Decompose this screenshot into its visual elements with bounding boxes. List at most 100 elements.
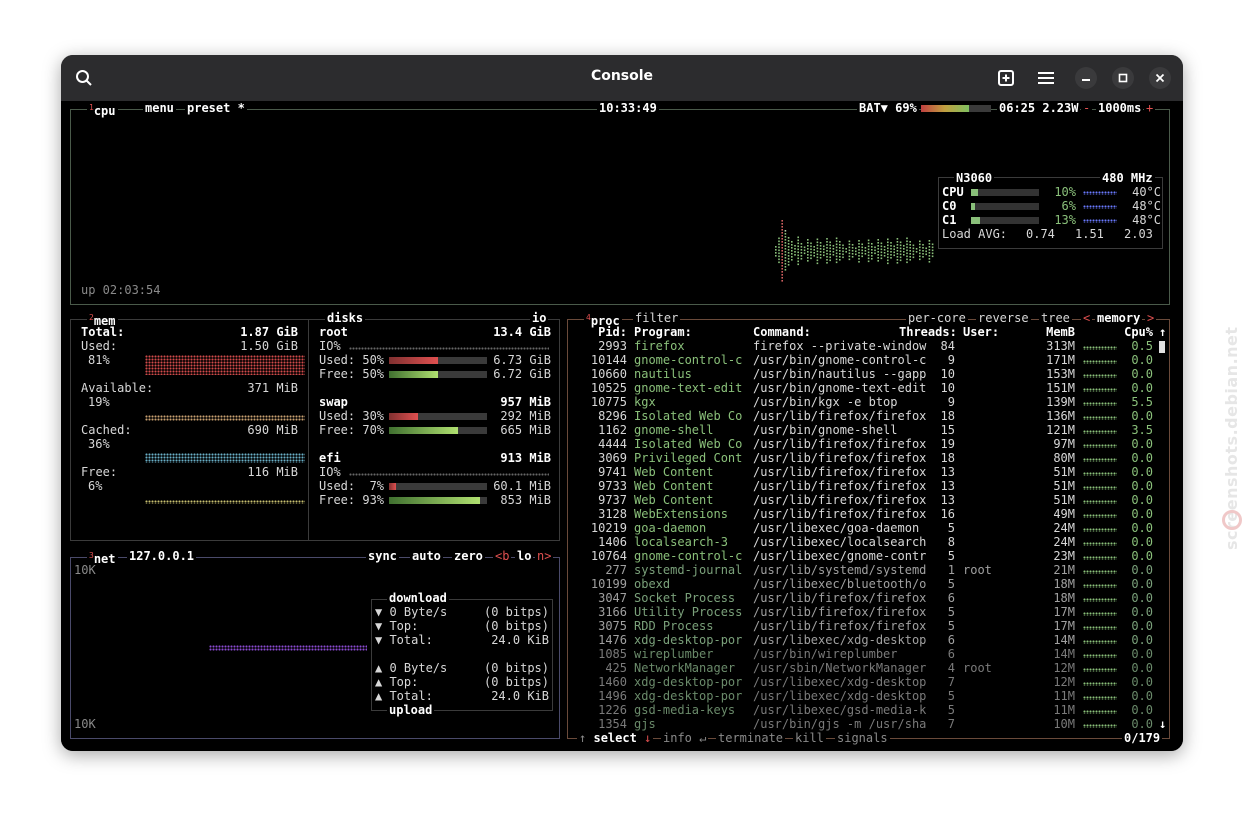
cpu-graph-dot [861,243,863,246]
cpu-graph-dot [813,246,815,248]
disks-tab[interactable]: disks [325,311,366,325]
cpu-menu-button[interactable]: menu [143,101,176,115]
process-row[interactable]: 10660 nautilus/usr/bin/nautilus --gapp 10 1… [61,367,1183,381]
proc-filter-button[interactable]: filter [633,311,681,325]
process-threads: 5 [947,703,955,717]
process-pid: 3075 [598,619,627,633]
process-row[interactable]: 1460 xdg-desktop-por/usr/libexec/xdg-desk… [61,675,1183,689]
process-row[interactable]: 10775 kgx/usr/bin/kgx -e btop 9 139M 5.5 [61,395,1183,409]
col-program[interactable]: Program: [634,325,692,339]
process-mem: 80M [1053,451,1075,465]
process-threads: 10 [940,381,955,395]
process-row[interactable]: 1354 gjs/usr/bin/gjs -m /usr/sha 7 10M 0.0 [61,717,1183,731]
cpu-graph-dot [925,250,927,253]
proc-reverse-toggle[interactable]: reverse [976,311,1031,325]
process-row[interactable]: 1085 wireplumber/usr/bin/wireplumber 6 14M 0… [61,647,1183,661]
sort-next-button[interactable]: > [1145,311,1157,325]
process-row[interactable]: 9741 Web Content/usr/lib/firefox/firefox 1… [61,465,1183,479]
process-row[interactable]: 3069 Privileged Cont/usr/lib/firefox/fire… [61,451,1183,465]
process-row[interactable]: 10525 gnome-text-edit/usr/bin/gnome-text-… [61,381,1183,395]
menu-icon[interactable] [1033,65,1059,91]
minimize-icon[interactable] [1075,67,1097,89]
new-tab-icon[interactable] [993,65,1019,91]
process-command: /usr/lib/systemd/systemd [753,563,927,577]
cpu-row-bar [971,189,1039,196]
interval-decrease-button[interactable]: - [1081,101,1093,115]
col-command[interactable]: Command: [753,325,811,339]
scroll-up-icon[interactable]: ↑ [1159,325,1166,339]
process-row[interactable]: 1406 localsearch-3/usr/libexec/localsearc… [61,535,1183,549]
cpu-graph-dot [797,236,799,239]
maximize-icon[interactable] [1112,67,1134,89]
process-row[interactable]: 1496 xdg-desktop-por/usr/libexec/xdg-desk… [61,689,1183,703]
process-row[interactable]: 3166 Utility Process/usr/lib/firefox/fire… [61,605,1183,619]
sort-prev-button[interactable]: < [1081,311,1093,325]
process-command: /usr/lib/firefox/firefox [753,591,927,605]
signals-button[interactable]: signals [835,731,890,745]
cpu-graph-dot [784,233,787,235]
process-command: /usr/bin/kgx -e btop [753,395,898,409]
process-row[interactable]: 425 NetworkManager/usr/sbin/NetworkManage… [61,661,1183,675]
process-row[interactable]: 1476 xdg-desktop-por/usr/libexec/xdg-desk… [61,633,1183,647]
cpu-graph-dot [896,238,899,240]
process-row[interactable]: 3047 Socket Process/usr/lib/firefox/firef… [61,591,1183,605]
col-pid[interactable]: Pid: [578,325,627,339]
process-row[interactable]: 2993 firefox firefox --private-window 84 313… [61,339,1183,353]
cpu-graph-dot [896,250,899,252]
btop-terminal[interactable]: 1cpu menu preset * 10:33:49 BAT▼ 69% 06:… [61,101,1183,751]
process-row[interactable]: 8296 Isolated Web Co/usr/lib/firefox/fire… [61,409,1183,423]
cpu-graph-dot [842,253,844,256]
process-row[interactable]: 10764 gnome-control-c/usr/libexec/gnome-c… [61,549,1183,563]
process-row[interactable]: 9733 Web Content/usr/lib/firefox/firefox 1… [61,479,1183,493]
cpu-row-pct: 10% [1054,185,1076,199]
process-row[interactable]: 277 systemd-journal/usr/lib/systemd/syste… [61,563,1183,577]
process-row[interactable]: 9737 Web Content/usr/lib/firefox/firefox 1… [61,493,1183,507]
close-icon[interactable] [1149,67,1171,89]
col-user[interactable]: User: [963,325,999,339]
cpu-graph-dot [893,251,895,254]
process-pid: 3069 [598,451,627,465]
process-pid: 3047 [598,591,627,605]
proc-per-core-toggle[interactable]: per-core [906,311,968,325]
cpu-graph-dot [848,246,851,249]
cpu-graph-dot [871,249,873,251]
process-program: Socket Process [634,591,736,605]
process-threads: 13 [940,465,955,479]
process-mem: 17M [1053,605,1075,619]
select-control[interactable]: ↑ select ↓ [577,731,654,745]
update-interval: 1000ms [1096,101,1144,115]
process-row[interactable]: 3128 WebExtensions/usr/lib/firefox/firefo… [61,507,1183,521]
terminate-button[interactable]: terminate [716,731,786,745]
process-threads: 18 [940,451,955,465]
process-row[interactable]: 4444 Isolated Web Co/usr/lib/firefox/fire… [61,437,1183,451]
process-cpu: 0.0 [1131,493,1153,507]
cpu-graph-dot [800,243,803,245]
cpu-graph-dot [791,250,793,252]
cpu-preset-button[interactable]: preset * [185,101,247,115]
col-threads[interactable]: Threads: [899,325,957,339]
interval-increase-button[interactable]: + [1144,101,1156,115]
process-row[interactable]: 1162 gnome-shell/usr/bin/gnome-shell 15 121… [61,423,1183,437]
cpu-tab[interactable]: 1cpu [87,101,118,118]
disks-io-toggle[interactable]: io [530,311,549,325]
process-row[interactable]: 10219 goa-daemon/usr/libexec/goa-daemon 5 2… [61,521,1183,535]
process-row[interactable]: 10199 obexd/usr/libexec/bluetooth/o 5 18M 0.… [61,577,1183,591]
process-command: /usr/bin/wireplumber [753,647,898,661]
process-row[interactable]: 1226 gsd-media-keys/usr/libexec/gsd-media… [61,703,1183,717]
cpu-row-temp-graph [1083,191,1117,195]
process-row[interactable]: 10144 gnome-control-c/usr/bin/gnome-contr… [61,353,1183,367]
battery-time: 06:25 2.23W [997,101,1081,115]
col-cpu[interactable]: Cpu% [1111,325,1153,339]
cpu-graph-dot [819,251,822,253]
cpu-graph-dot [787,246,790,248]
process-mem: 139M [1046,395,1075,409]
kill-button[interactable]: kill [793,731,826,745]
process-row[interactable]: 3075 RDD Process/usr/lib/firefox/firefox 5… [61,619,1183,633]
proc-tree-toggle[interactable]: tree [1039,311,1072,325]
process-cpu: 0.0 [1131,675,1153,689]
col-mem[interactable]: MemB [1031,325,1075,339]
cpu-graph-dot [864,247,867,249]
cpu-graph-dot [887,259,889,262]
cpu-graph-dot [839,241,841,243]
info-button[interactable]: info ↵ [661,731,709,745]
